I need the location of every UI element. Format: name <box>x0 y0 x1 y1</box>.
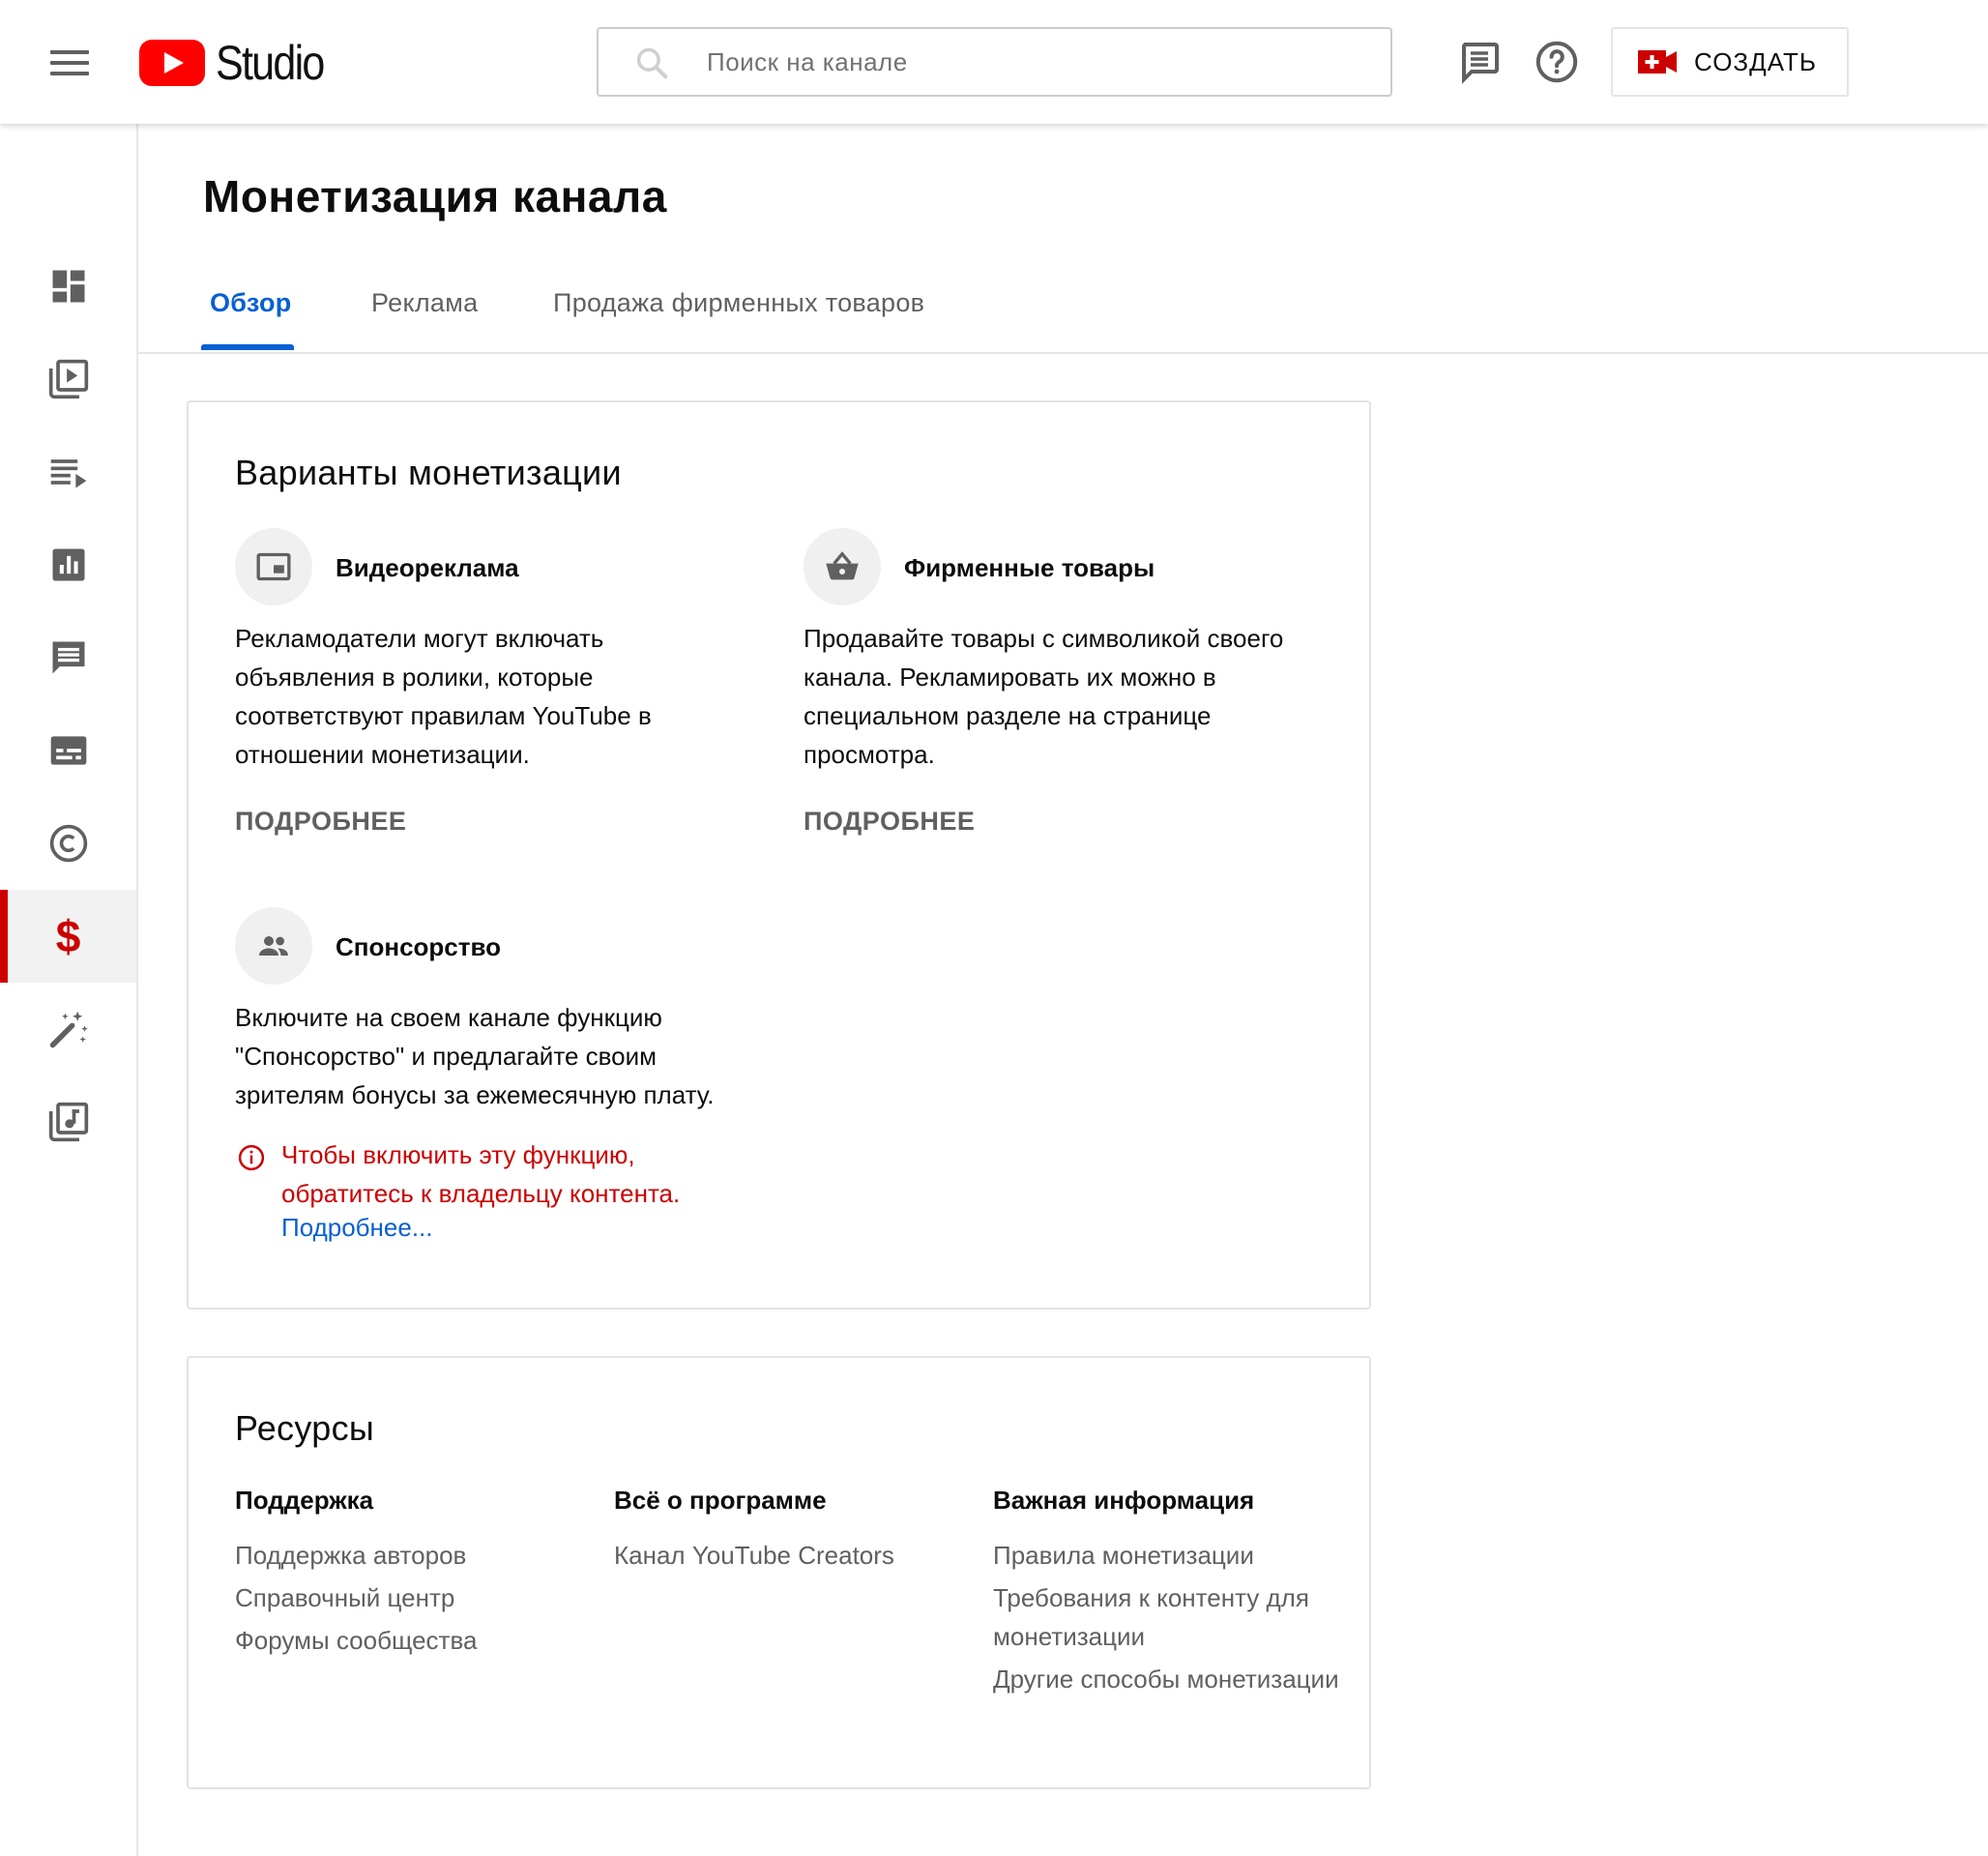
monetization-icon: $ <box>55 911 81 961</box>
subtitles-icon <box>50 736 86 765</box>
menu-icon[interactable] <box>50 50 89 75</box>
support-heading: Поддержка <box>235 1486 374 1515</box>
sidebar-item-copyright[interactable] <box>0 797 136 890</box>
sidebar-item-subtitles[interactable] <box>0 704 136 797</box>
playlists-icon <box>50 459 86 488</box>
sponsorship-error-message: Чтобы включить эту функцию, обратитесь к… <box>281 1140 681 1208</box>
tab-merchandise[interactable]: Продажа фирменных товаров <box>553 288 924 318</box>
link-help-center[interactable]: Справочный центр <box>235 1578 583 1617</box>
important-info-links: Правила монетизации Требования к контент… <box>993 1536 1341 1702</box>
merch-description: Продавайте товары с символикой своего ка… <box>804 624 1284 769</box>
tab-overview[interactable]: Обзор <box>210 288 292 318</box>
sidebar-item-comments[interactable] <box>0 611 136 704</box>
magic-wand-icon <box>49 1011 88 1048</box>
feedback-icon[interactable] <box>1456 39 1503 85</box>
search-icon <box>636 47 668 79</box>
comments-icon <box>52 641 84 674</box>
help-icon[interactable] <box>1534 39 1580 85</box>
merch-icon <box>804 528 881 605</box>
sidebar-item-content[interactable] <box>0 333 136 426</box>
video-camera-add-icon <box>1638 50 1677 74</box>
sponsorship-learn-more-link[interactable]: Подробнее... <box>281 1213 433 1243</box>
sidebar-item-analytics[interactable] <box>0 518 136 611</box>
program-heading: Всё о программе <box>614 1486 827 1515</box>
monetization-options-card: Варианты монетизации Видеореклама Реклам… <box>187 400 1371 1310</box>
sponsorship-title: Спонсорство <box>336 932 502 961</box>
create-button-label: СОЗДАТЬ <box>1694 46 1817 76</box>
sponsorship-icon <box>235 907 312 985</box>
sidebar-item-monetization[interactable]: $ <box>0 890 136 983</box>
program-links: Канал YouTube Creators <box>614 1536 962 1578</box>
people-icon <box>259 936 288 956</box>
link-other-monetization[interactable]: Другие способы монетизации <box>993 1660 1341 1698</box>
dashboard-icon <box>52 270 84 303</box>
sidebar-item-dashboard[interactable] <box>0 240 136 333</box>
sponsorship-description: Включите на своем канале функцию "Спонсо… <box>235 1003 715 1109</box>
video-ads-title: Видеореклама <box>336 553 519 582</box>
active-tab-indicator <box>201 344 294 350</box>
top-bar: Studio СОЗДАТЬ <box>0 0 1988 124</box>
sidebar-item-customization[interactable] <box>0 983 136 1075</box>
youtube-play-icon <box>139 40 205 86</box>
sidebar-item-playlists[interactable] <box>0 426 136 518</box>
copyright-icon <box>49 824 87 863</box>
video-ads-icon <box>235 528 312 605</box>
channel-search[interactable] <box>597 27 1392 97</box>
link-community-forums[interactable]: Форумы сообщества <box>235 1621 583 1660</box>
merch-learn-more[interactable]: ПОДРОБНЕЕ <box>804 807 975 837</box>
audio-library-icon <box>48 1102 88 1142</box>
link-youtube-creators[interactable]: Канал YouTube Creators <box>614 1536 962 1575</box>
logo-text: Studio <box>216 36 325 90</box>
analytics-icon <box>52 548 84 581</box>
content-icon <box>48 359 88 399</box>
resources-title: Ресурсы <box>235 1408 375 1448</box>
link-creator-support[interactable]: Поддержка авторов <box>235 1536 583 1575</box>
link-monetization-policies[interactable]: Правила монетизации <box>993 1536 1341 1575</box>
error-icon <box>238 1144 265 1171</box>
resources-card: Ресурсы Поддержка Поддержка авторов Спра… <box>187 1356 1371 1789</box>
sidebar-item-audio-library[interactable] <box>0 1075 136 1168</box>
video-ads-learn-more[interactable]: ПОДРОБНЕЕ <box>235 807 406 837</box>
support-links: Поддержка авторов Справочный центр Форум… <box>235 1536 583 1664</box>
picture-in-picture-icon <box>256 552 291 581</box>
create-button[interactable]: СОЗДАТЬ <box>1611 27 1849 97</box>
search-input[interactable] <box>707 29 1364 95</box>
important-info-heading: Важная информация <box>993 1486 1255 1515</box>
tab-ads[interactable]: Реклама <box>371 288 478 318</box>
video-ads-description: Рекламодатели могут включать объявления … <box>235 624 652 769</box>
merch-title: Фирменные товары <box>904 553 1155 582</box>
card-title: Варианты монетизации <box>235 453 622 492</box>
shopping-basket-icon <box>826 551 859 580</box>
sidebar: $ <box>0 124 138 1856</box>
link-content-requirements[interactable]: Требования к контенту для монетизации <box>993 1578 1341 1656</box>
youtube-studio-logo[interactable]: Studio <box>139 36 341 90</box>
page-title: Монетизация канала <box>203 171 667 221</box>
tab-bar: Обзор Реклама Продажа фирменных товаров <box>138 271 1988 354</box>
